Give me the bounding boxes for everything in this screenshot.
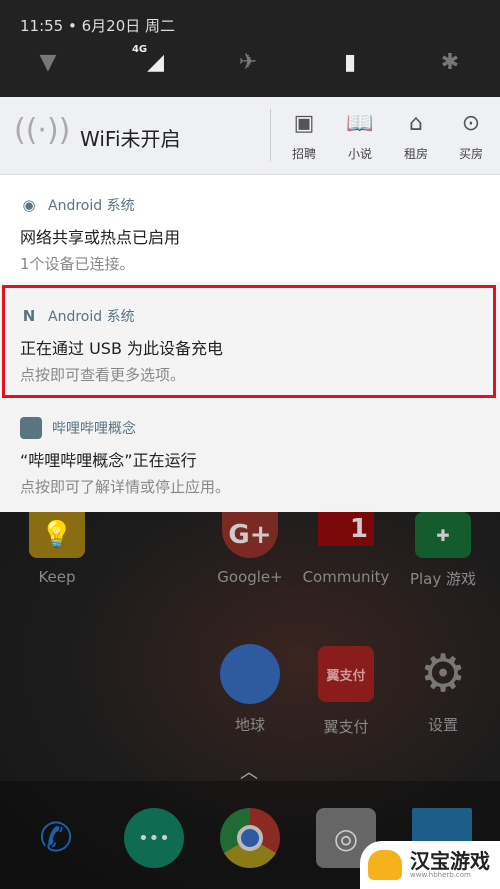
badge-icon: ▣: [293, 111, 315, 136]
bluetooth-off-icon[interactable]: ✱: [430, 44, 470, 80]
buy-house-button[interactable]: ⊙ 买房: [441, 109, 500, 162]
burger-logo-icon: [368, 850, 402, 880]
jobs-button[interactable]: ▣ 招聘: [274, 109, 334, 162]
divider: [270, 109, 271, 161]
wifi-key-icon[interactable]: ((·)): [14, 113, 70, 157]
wifi-toolbar: ((·)) WiFi未开启 ▣ 招聘 📖 小说 ⌂ 租房 ⊙ 买房: [0, 97, 500, 175]
notification-bilibili[interactable]: 哔哩哔哩概念 “哔哩哔哩概念”正在运行 点按即可了解详情或停止应用。: [0, 400, 500, 512]
app-google-plus[interactable]: G+ Google+: [205, 512, 295, 586]
gear-icon: ⚙: [419, 644, 467, 704]
airplane-off-icon[interactable]: ✈: [228, 44, 268, 80]
status-time: 11:55 • 6月20日 周二: [20, 17, 176, 35]
earth-icon: [220, 644, 280, 704]
app-play-games[interactable]: ✚ Play 游戏: [398, 512, 488, 589]
app-square-icon: [20, 417, 42, 439]
phone-icon[interactable]: ✆: [26, 808, 86, 868]
lightbulb-icon: 💡: [29, 512, 85, 558]
book-icon: 📖: [346, 111, 374, 136]
bestpay-icon: 翼支付: [318, 646, 374, 702]
wifi-status[interactable]: WiFi未开启: [80, 123, 181, 152]
gamepad-icon: ✚: [415, 512, 471, 558]
mobile-data-icon[interactable]: 4G ◢: [128, 44, 168, 80]
hotspot-icon: ◉: [22, 196, 36, 214]
rent-button[interactable]: ⌂ 租房: [386, 109, 446, 162]
house-icon: ⌂: [409, 111, 423, 136]
novel-button[interactable]: 📖 小说: [330, 109, 390, 162]
app-keep[interactable]: 💡 Keep: [12, 512, 102, 586]
more-icon: ⊙: [461, 111, 481, 136]
google-plus-icon: G+: [222, 512, 278, 558]
wifi-off-icon[interactable]: ▼: [28, 44, 68, 80]
hangouts-icon[interactable]: •••: [124, 808, 184, 868]
community-icon: 1: [318, 512, 374, 546]
notification-hotspot[interactable]: ◉ Android 系统 网络共享或热点已启用 1个设备已连接。: [0, 175, 500, 282]
app-earth[interactable]: 地球: [205, 644, 295, 735]
app-bestpay[interactable]: 翼支付 翼支付: [301, 646, 391, 737]
app-settings[interactable]: ⚙ 设置: [398, 644, 488, 735]
highlight-box: [2, 285, 496, 398]
battery-saver-icon[interactable]: ▮: [330, 44, 370, 80]
watermark-logo: 汉宝游戏 www.hbherb.com: [360, 841, 500, 889]
app-community[interactable]: 1 Community: [301, 512, 391, 586]
chrome-icon[interactable]: [220, 808, 280, 868]
status-bar: 11:55 • 6月20日 周二 ▼ 4G ◢ ✈ ▮ ✱: [0, 0, 500, 97]
